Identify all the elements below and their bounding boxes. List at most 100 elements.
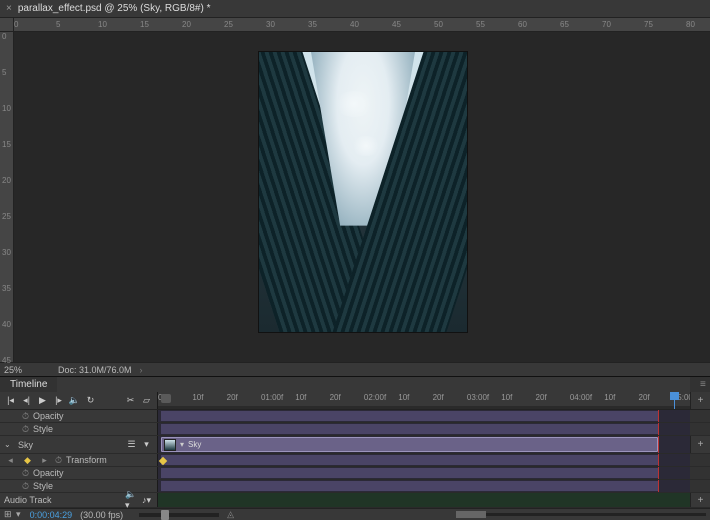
add-audio-button[interactable]: + (690, 493, 710, 507)
loop-button[interactable]: ↻ (84, 394, 97, 407)
document-title: parallax_effect.psd @ 25% (Sky, RGB/8#) … (18, 3, 211, 14)
canvas-stage[interactable] (14, 32, 710, 362)
property-name: Transform (66, 455, 107, 465)
stopwatch-icon[interactable]: ⏱ (22, 468, 29, 479)
ruler-vertical[interactable]: 051015202530354045 (0, 32, 14, 362)
time-label: 02:00f (364, 393, 386, 402)
frame-menu-button[interactable]: ⊞ ▾ (4, 509, 22, 520)
ruler-tick: 0 (14, 20, 18, 29)
next-frame-button[interactable]: |▸ (52, 394, 65, 407)
doc-size[interactable]: Doc: 31.0M/76.0M (58, 365, 132, 375)
layer-menu-icon[interactable]: ▾ (140, 438, 153, 451)
ruler-tick: 5 (56, 20, 60, 29)
property-row[interactable]: ⏱Opacity (0, 410, 710, 423)
property-lane[interactable] (158, 454, 690, 466)
property-lane[interactable] (158, 410, 690, 422)
property-bar[interactable] (161, 455, 658, 465)
ruler-tick: 35 (2, 284, 11, 293)
time-label: 10f (398, 393, 409, 402)
property-bar[interactable] (161, 468, 658, 478)
scrollbar-thumb[interactable] (456, 511, 486, 518)
work-area-end[interactable] (658, 480, 659, 492)
time-label: 04:00f (570, 393, 592, 402)
property-bar[interactable] (161, 411, 658, 421)
scissors-icon[interactable]: ✂ (124, 394, 137, 407)
stopwatch-icon[interactable]: ⏱ (22, 411, 29, 422)
audio-add-icon[interactable]: ♪▾ (140, 494, 153, 507)
property-row[interactable]: ⏱ Opacity (0, 467, 710, 480)
stopwatch-icon[interactable]: ⏱ (22, 481, 29, 492)
ruler-tick: 45 (392, 20, 401, 29)
time-label: 20f (433, 393, 444, 402)
close-icon[interactable]: × (6, 3, 12, 14)
timeline-panel: Timeline ≡ |◂ ◂| ▶ |▸ 🔈 ↻ ✂ ▱ 0010f20f01… (0, 376, 710, 520)
transition-icon[interactable]: ▱ (140, 394, 153, 407)
work-area-end[interactable] (658, 454, 659, 466)
play-button[interactable]: ▶ (36, 394, 49, 407)
panel-menu-icon[interactable]: ≡ (690, 377, 710, 392)
property-bar[interactable] (161, 481, 658, 491)
current-time[interactable]: 0:00:04:29 (30, 510, 73, 520)
chevron-right-icon[interactable]: › (140, 365, 143, 375)
timeline-tab-bar: Timeline ≡ (0, 377, 710, 392)
first-frame-button[interactable]: |◂ (4, 394, 17, 407)
ruler-tick: 35 (308, 20, 317, 29)
stopwatch-icon[interactable]: ⏱ (22, 424, 29, 435)
timeline-tab[interactable]: Timeline (0, 377, 57, 392)
zoom-level[interactable]: 25% (4, 365, 44, 375)
artboard-image[interactable] (259, 52, 467, 332)
prev-frame-button[interactable]: ◂| (20, 394, 33, 407)
add-media-button[interactable]: + (690, 392, 710, 409)
audio-mute-icon[interactable]: 🔈▾ (125, 494, 138, 507)
work-area-end[interactable] (658, 436, 659, 453)
ruler-horizontal[interactable]: 05101520253035404550556065707580 (0, 18, 710, 32)
ruler-tick: 25 (224, 20, 233, 29)
slider-knob[interactable] (161, 510, 169, 520)
time-label: 03:00f (467, 393, 489, 402)
disclosure-toggle[interactable]: ⌄ (4, 440, 14, 449)
document-tab[interactable]: × parallax_effect.psd @ 25% (Sky, RGB/8#… (0, 0, 710, 18)
property-name: Style (33, 481, 53, 491)
work-area-end[interactable] (658, 467, 659, 479)
prev-keyframe-button[interactable]: ◂ (4, 454, 17, 467)
timeline-scrollbar[interactable] (456, 513, 706, 516)
mute-button[interactable]: 🔈 (68, 394, 81, 407)
time-label: 20f (639, 393, 650, 402)
audio-track-label: Audio Track (4, 495, 121, 505)
add-keyframe-button[interactable]: ◆ (21, 454, 34, 467)
property-lane[interactable] (158, 467, 690, 479)
property-name: Opacity (33, 468, 64, 478)
ruler-tick: 55 (476, 20, 485, 29)
property-lane[interactable] (158, 423, 690, 435)
stopwatch-icon[interactable]: ⏱ (55, 455, 62, 466)
time-ruler[interactable]: 0010f20f01:00f10f20f02:00f10f20f03:00f10… (158, 392, 690, 409)
property-lane[interactable] (158, 480, 690, 492)
add-clip-button[interactable]: + (690, 436, 710, 453)
time-label: 10f (192, 393, 203, 402)
timeline-scroll-thumb[interactable] (161, 394, 171, 403)
video-clip-sky[interactable]: ▾ Sky (161, 437, 658, 452)
ruler-tick: 5 (2, 68, 6, 77)
playhead[interactable] (674, 392, 675, 409)
time-label: 20f (330, 393, 341, 402)
property-row[interactable]: ⏱ Style (0, 480, 710, 493)
ruler-tick: 50 (434, 20, 443, 29)
property-row[interactable]: ◂ ◆ ▸ ⏱ Transform (0, 454, 710, 467)
layer-name[interactable]: Sky (18, 440, 121, 450)
ruler-origin[interactable] (0, 18, 14, 32)
property-bar[interactable] (161, 424, 658, 434)
clip-lane[interactable]: ▾ Sky (158, 436, 690, 453)
layer-options-icon[interactable]: ☰ (125, 438, 138, 451)
timeline-zoom-slider[interactable] (139, 513, 219, 517)
property-row[interactable]: ⏱ Style (0, 423, 710, 436)
audio-track-row[interactable]: Audio Track 🔈▾ ♪▾ + (0, 493, 710, 508)
work-area-end[interactable] (658, 423, 659, 435)
clip-thumbnail (164, 439, 176, 451)
work-area-end[interactable] (658, 410, 659, 422)
property-name: Style (33, 424, 53, 434)
next-keyframe-button[interactable]: ▸ (38, 454, 51, 467)
chevron-down-icon[interactable]: ▾ (180, 440, 184, 449)
mountain-icon[interactable]: ◬ (227, 509, 234, 520)
layer-row-sky[interactable]: ⌄ Sky ☰ ▾ ▾ Sky + (0, 436, 710, 454)
audio-lane[interactable] (158, 493, 690, 507)
